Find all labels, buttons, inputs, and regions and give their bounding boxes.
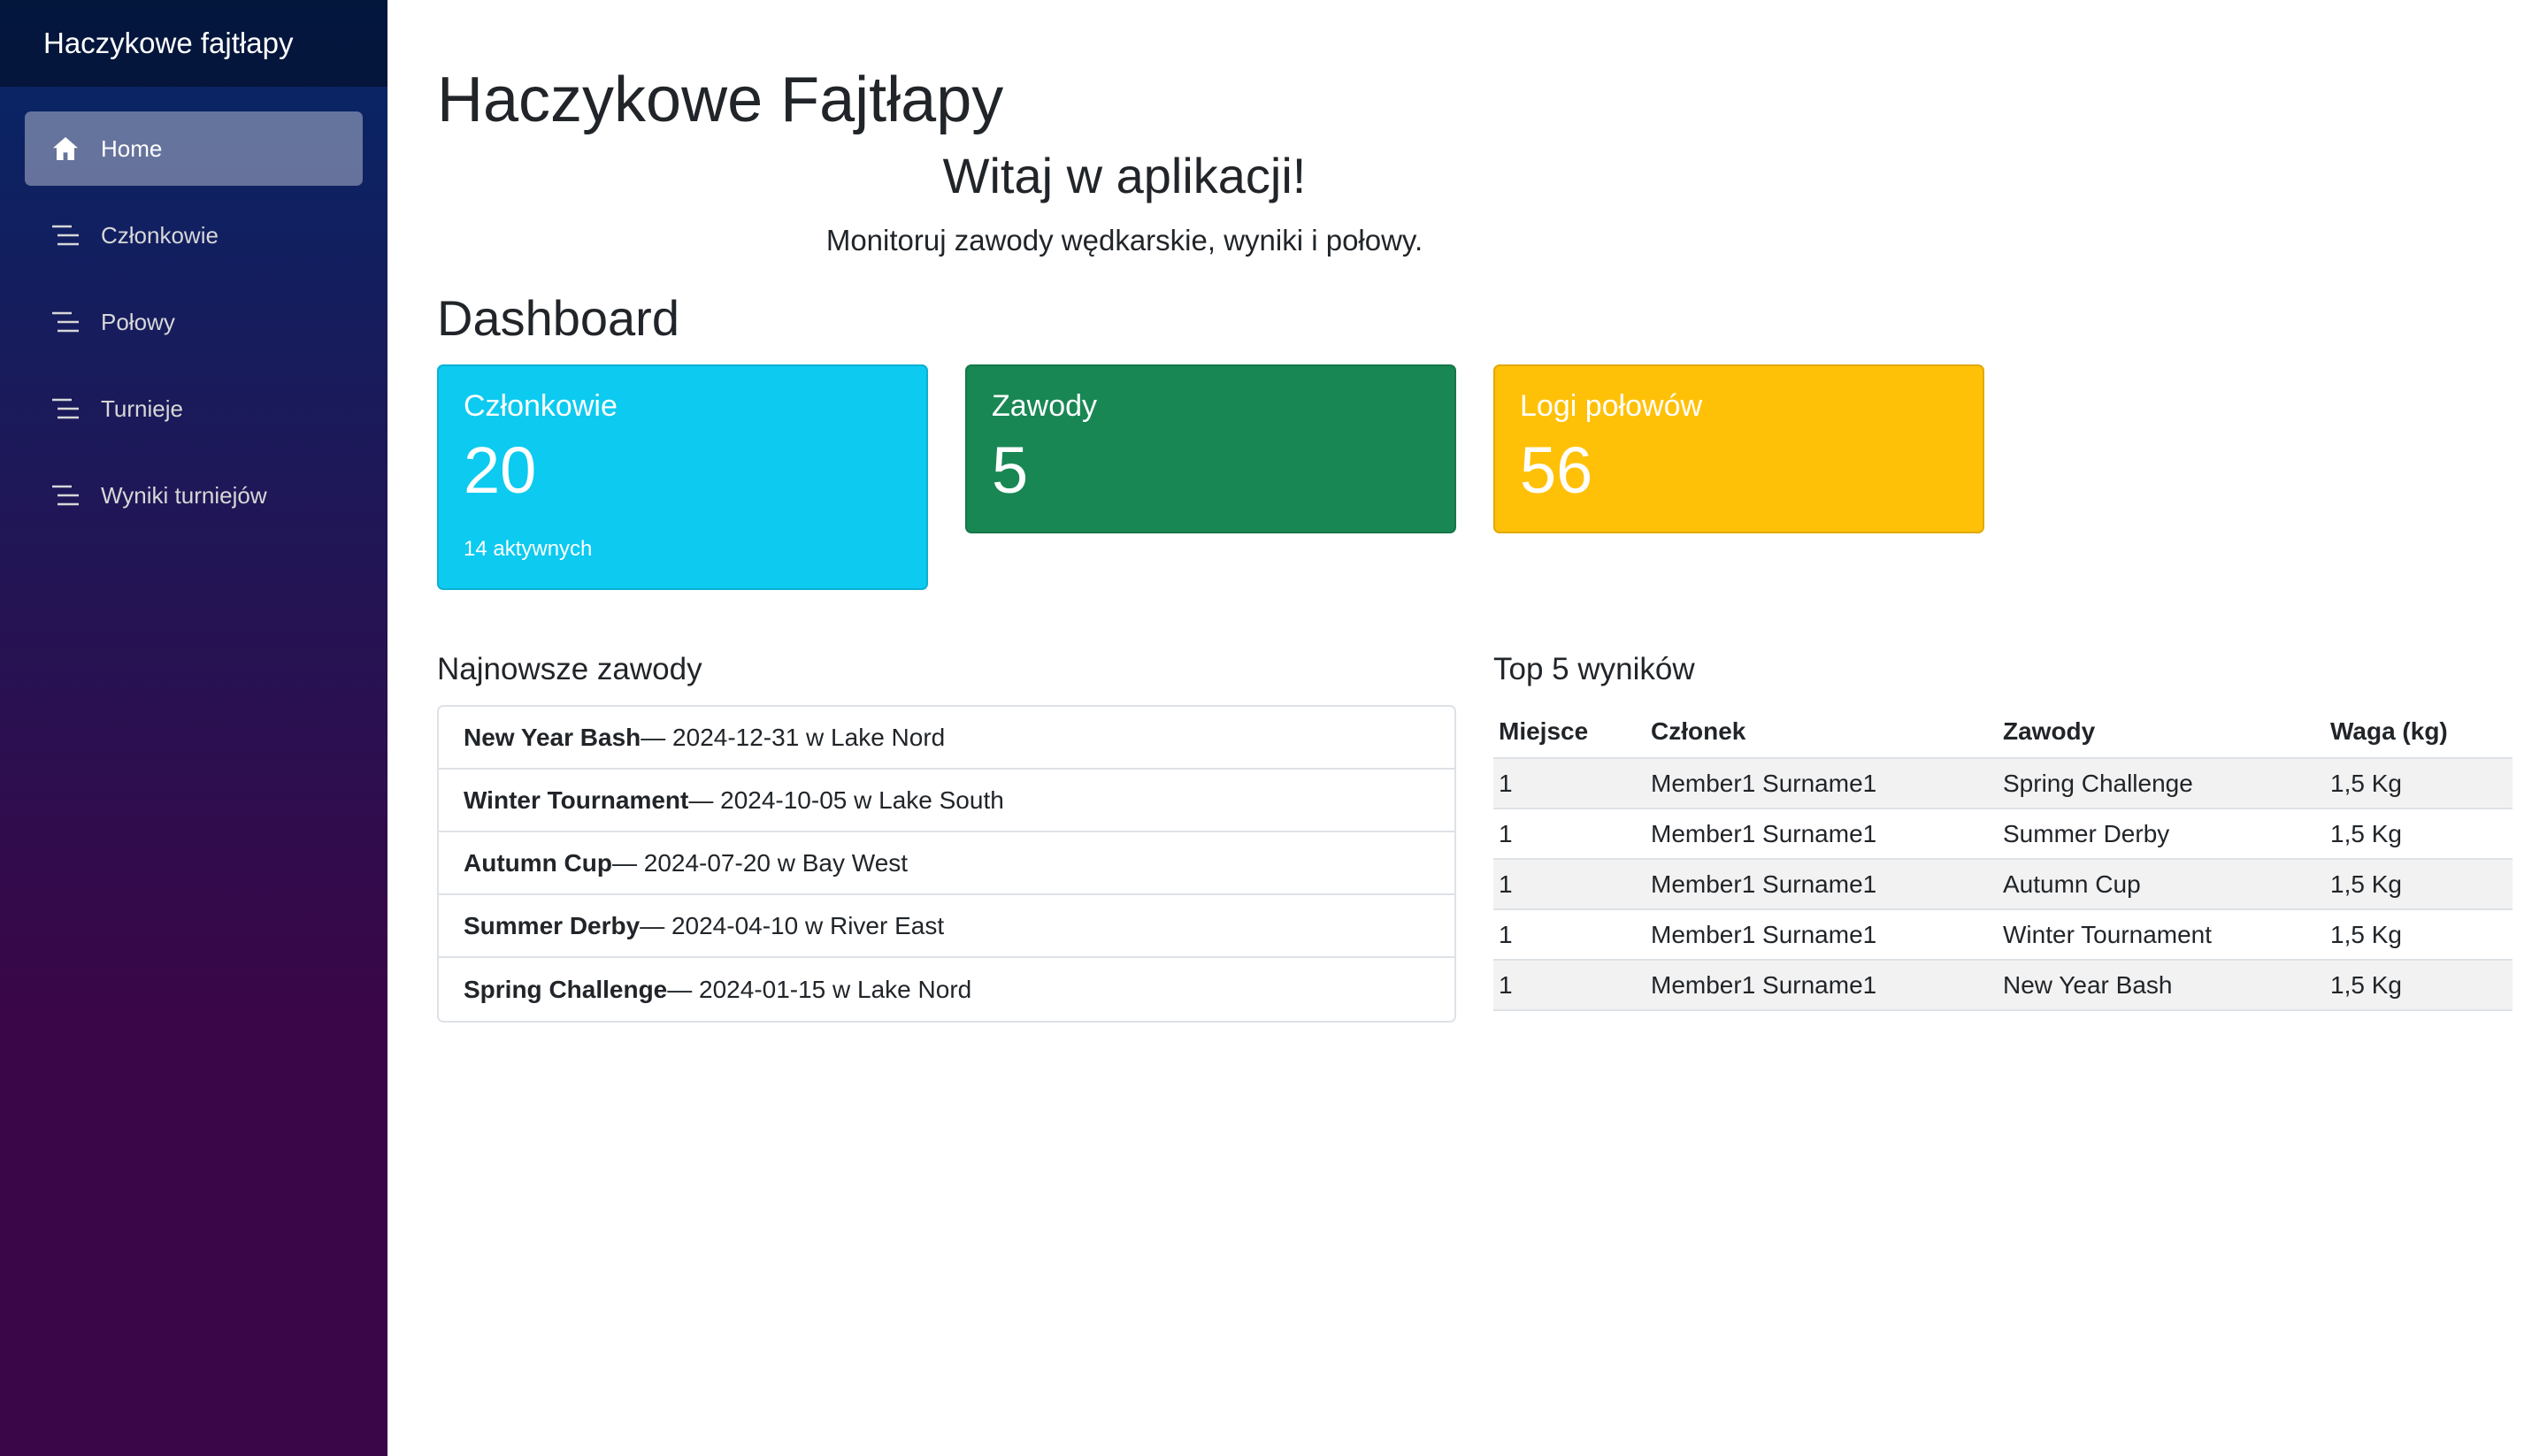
latest-contests-title: Najnowsze zawody (437, 652, 702, 687)
page-title: Haczykowe Fajtłapy (437, 65, 1004, 135)
contest-name: Winter Tournament (464, 785, 689, 814)
place-cell: 1 (1493, 758, 1646, 810)
member-cell: Member1 Surname1 (1646, 859, 1998, 911)
sidebar-item-label: Członkowie (101, 221, 219, 249)
place-cell: 1 (1493, 808, 1646, 861)
top-results-table: Miejsce Członek Zawody Waga (kg) 1 Membe… (1493, 705, 2512, 1012)
list-icon (50, 479, 81, 511)
latest-contests-list: New Year Bash — 2024-12-31 w Lake Nord W… (437, 705, 1456, 1023)
table-row: 1 Member1 Surname1 Winter Tournament 1,5… (1493, 909, 2512, 962)
contest-name: New Year Bash (464, 723, 641, 751)
card-value: 20 (464, 433, 537, 508)
contest-details: — 2024-10-05 w Lake South (688, 785, 1004, 814)
home-icon (50, 133, 81, 165)
table-row: 1 Member1 Surname1 New Year Bash 1,5 Kg (1493, 960, 2512, 1012)
sidebar-nav: Home Członkowie Połowy Turnieje Wyniki t… (0, 87, 387, 545)
main-content: Haczykowe Fajtłapy Witaj w aplikacji! Mo… (387, 0, 2547, 1456)
contest-cell: Winter Tournament (1998, 909, 2325, 962)
sidebar: Haczykowe fajtłapy Home Członkowie Połow… (0, 0, 387, 1456)
table-row: 1 Member1 Surname1 Autumn Cup 1,5 Kg (1493, 859, 2512, 911)
weight-cell: 1,5 Kg (2325, 859, 2512, 911)
member-cell: Member1 Surname1 (1646, 808, 1998, 861)
list-item: Winter Tournament — 2024-10-05 w Lake So… (439, 770, 1454, 833)
card-title: Zawody (992, 389, 1098, 424)
table-header-row: Miejsce Członek Zawody Waga (kg) (1493, 705, 2512, 760)
sidebar-item-label: Wyniki turniejów (101, 481, 267, 509)
card-value: 5 (992, 433, 1029, 508)
weight-cell: 1,5 Kg (2325, 758, 2512, 810)
contest-details: — 2024-12-31 w Lake Nord (641, 723, 946, 751)
sidebar-item-tournament-results[interactable]: Wyniki turniejów (25, 458, 363, 533)
contest-cell: Spring Challenge (1998, 758, 2325, 810)
table-row: 1 Member1 Surname1 Spring Challenge 1,5 … (1493, 758, 2512, 810)
sidebar-item-label: Połowy (101, 308, 175, 335)
card-title: Logi połowów (1520, 389, 1703, 424)
weight-cell: 1,5 Kg (2325, 808, 2512, 861)
stats-cards: Członkowie 20 14 aktywnych Zawody 5 Logi… (437, 364, 2547, 591)
members-card: Członkowie 20 14 aktywnych (437, 364, 928, 591)
card-value: 56 (1520, 433, 1593, 508)
lower-section: Najnowsze zawody New Year Bash — 2024-12… (437, 652, 2547, 1023)
list-item: Spring Challenge — 2024-01-15 w Lake Nor… (439, 958, 1454, 1021)
sidebar-item-members[interactable]: Członkowie (25, 198, 363, 272)
table-row: 1 Member1 Surname1 Summer Derby 1,5 Kg (1493, 808, 2512, 861)
dashboard-title: Dashboard (437, 290, 679, 347)
list-icon (50, 393, 81, 425)
contest-details: — 2024-04-10 w River East (640, 911, 945, 939)
contest-cell: Autumn Cup (1998, 859, 2325, 911)
catch-logs-card: Logi połowów 56 (1493, 364, 1984, 534)
card-note: 14 aktywnych (464, 537, 593, 562)
contest-name: Summer Derby (464, 911, 641, 939)
sidebar-item-label: Turnieje (101, 395, 183, 422)
contests-card: Zawody 5 (965, 364, 1456, 534)
contest-details: — 2024-07-20 w Bay West (611, 848, 909, 877)
member-cell: Member1 Surname1 (1646, 909, 1998, 962)
sidebar-item-catches[interactable]: Połowy (25, 285, 363, 359)
top-results-title: Top 5 wyników (1493, 652, 1695, 687)
contest-name: Spring Challenge (464, 975, 668, 1003)
list-item: Autumn Cup — 2024-07-20 w Bay West (439, 832, 1454, 896)
contest-name: Autumn Cup (464, 848, 612, 877)
top-results-panel: Top 5 wyników Miejsce Członek Zawody Wag… (1493, 652, 2512, 1023)
member-cell: Member1 Surname1 (1646, 758, 1998, 810)
contest-cell: New Year Bash (1998, 960, 2325, 1012)
card-title: Członkowie (464, 389, 618, 424)
place-cell: 1 (1493, 859, 1646, 911)
contest-cell: Summer Derby (1998, 808, 2325, 861)
weight-cell: 1,5 Kg (2325, 909, 2512, 962)
list-item: New Year Bash — 2024-12-31 w Lake Nord (439, 707, 1454, 770)
weight-cell: 1,5 Kg (2325, 960, 2512, 1012)
member-cell: Member1 Surname1 (1646, 960, 1998, 1012)
place-cell: 1 (1493, 960, 1646, 1012)
welcome-subtitle: Monitoruj zawody wędkarskie, wyniki i po… (825, 224, 1423, 257)
column-header: Miejsce (1493, 705, 1646, 760)
sidebar-item-tournaments[interactable]: Turnieje (25, 372, 363, 446)
sidebar-item-label: Home (101, 134, 163, 162)
column-header: Zawody (1998, 705, 2325, 760)
list-icon (50, 219, 81, 251)
app-brand[interactable]: Haczykowe fajtłapy (43, 27, 293, 60)
list-item: Summer Derby — 2024-04-10 w River East (439, 895, 1454, 959)
contest-details: — 2024-01-15 w Lake Nord (667, 975, 972, 1003)
sidebar-item-home[interactable]: Home (25, 111, 363, 186)
latest-contests-panel: Najnowsze zawody New Year Bash — 2024-12… (437, 652, 1456, 1023)
sidebar-header: Haczykowe fajtłapy (0, 0, 387, 87)
column-header: Członek (1646, 705, 1998, 760)
list-icon (50, 306, 81, 338)
welcome-heading: Witaj w aplikacji! (942, 148, 1307, 204)
place-cell: 1 (1493, 909, 1646, 962)
column-header: Waga (kg) (2325, 705, 2512, 760)
